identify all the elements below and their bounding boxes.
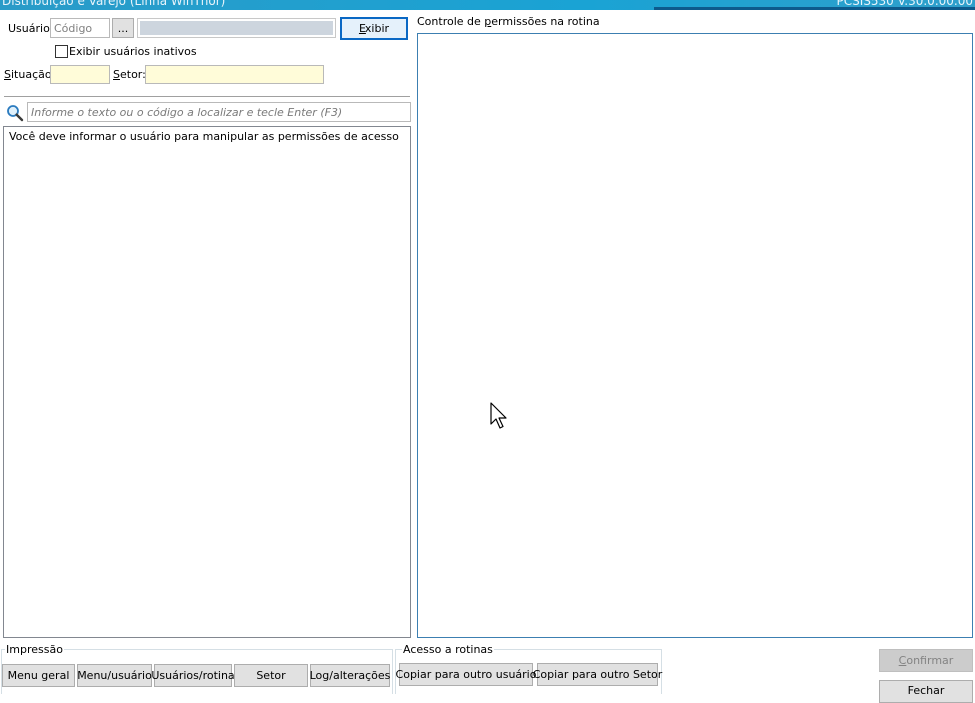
- confirmar-mnemonic: C: [898, 654, 907, 667]
- usuario-browse-button[interactable]: ...: [112, 18, 134, 38]
- situacao-label: Situação:: [4, 68, 56, 81]
- magnifier-icon: [7, 105, 24, 122]
- window-titlebar: Distribuição e Varejo (Linha WinThor) PC…: [0, 0, 975, 10]
- impressao-title: Impressão: [5, 643, 64, 656]
- copiar-setor-button[interactable]: Copiar para outro Setor: [533, 663, 662, 686]
- menu-geral-button[interactable]: Menu geral: [2, 664, 75, 687]
- acesso-title: Acesso a rotinas: [402, 643, 494, 656]
- usuarios-rotina-button[interactable]: Usuários/rotina: [151, 664, 235, 687]
- usuario-name-value: [140, 21, 333, 35]
- exibir-label-rest: xibir: [364, 22, 390, 35]
- exibir-button[interactable]: Exibir: [340, 17, 408, 40]
- usuario-code-input[interactable]: Código: [50, 18, 110, 38]
- routines-tree-panel[interactable]: Você deve informar o usuário para manipu…: [3, 126, 411, 638]
- filters-separator: [4, 96, 410, 97]
- setor-button[interactable]: Setor: [234, 664, 308, 687]
- copiar-usuario-button[interactable]: Copiar para outro usuário: [396, 663, 536, 686]
- tree-message: Você deve informar o usuário para manipu…: [9, 130, 399, 143]
- titlebar-accent-bar: [654, 7, 975, 10]
- menu-usuario-button[interactable]: Menu/usuário: [77, 664, 152, 687]
- usuario-label: Usuário:: [8, 22, 54, 35]
- confirmar-button[interactable]: Confirmar: [879, 649, 973, 672]
- search-input[interactable]: Informe o texto ou o código a localizar …: [27, 102, 411, 122]
- confirmar-label-rest: onfirmar: [906, 654, 954, 667]
- inativos-checkbox[interactable]: [55, 45, 68, 58]
- fechar-button[interactable]: Fechar: [879, 680, 973, 703]
- mouse-cursor-icon: [490, 402, 507, 429]
- permissions-panel[interactable]: [417, 33, 973, 638]
- log-alteracoes-button[interactable]: Log/alterações: [310, 664, 390, 687]
- usuario-name-field: [137, 18, 336, 38]
- inativos-label: Exibir usuários inativos: [69, 45, 197, 58]
- setor-input[interactable]: [145, 65, 324, 84]
- situacao-input[interactable]: [50, 65, 110, 84]
- window-title: Distribuição e Varejo (Linha WinThor): [2, 0, 226, 8]
- setor-label: Setor:: [113, 68, 146, 81]
- permissions-title: Controle de permissões na rotina: [417, 15, 600, 28]
